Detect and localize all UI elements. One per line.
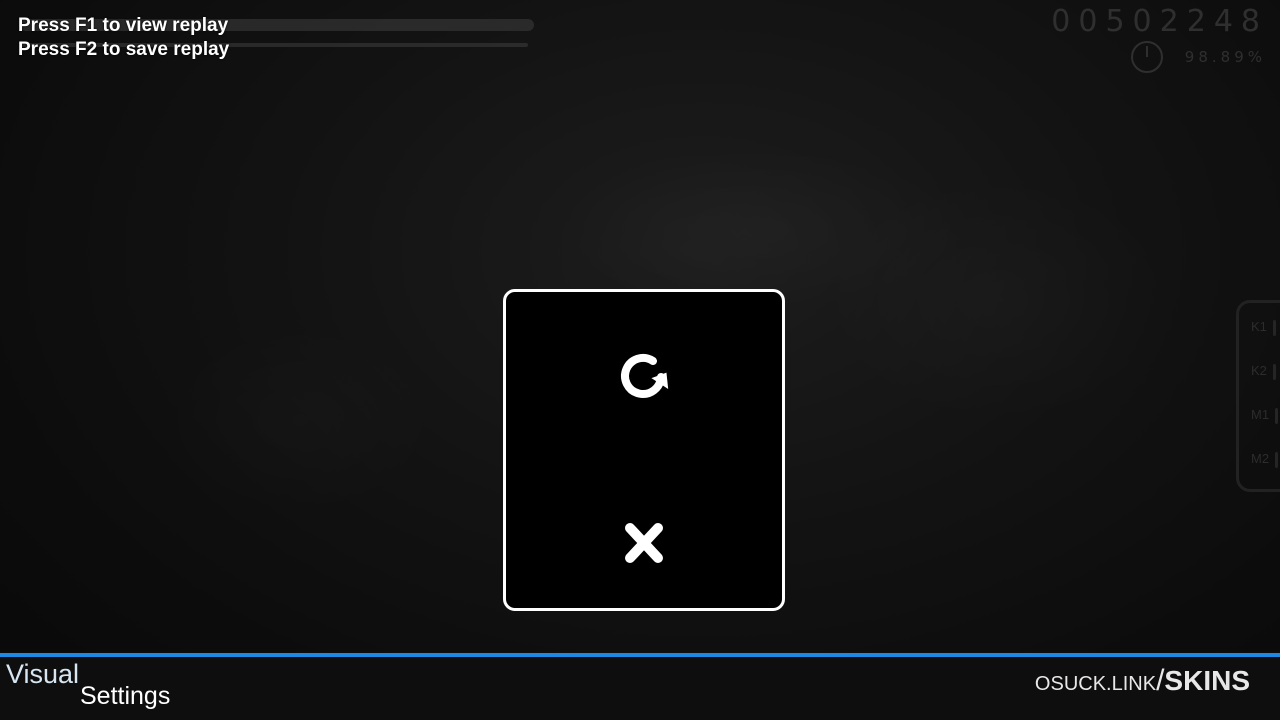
brand-path: SKINS [1164,665,1250,696]
visual-settings-title[interactable]: Visual [6,659,79,690]
replay-messages: Press F1 to view replay Press F2 to save… [18,14,229,62]
save-replay-hint: Press F2 to save replay [18,39,230,60]
accuracy-display: 98.89% [1130,41,1266,73]
view-replay-hint: Press F1 to view replay [18,15,229,36]
brand-watermark: OSUCK.LINK/SKINS [1035,664,1250,698]
key-indicator [1275,407,1279,424]
retry-button[interactable] [604,336,684,416]
key-label: K1 [1251,319,1267,334]
visual-settings-subtitle[interactable]: Settings [80,682,170,711]
accuracy-value: 98.89% [1184,48,1266,66]
key-indicator [1275,451,1279,468]
brand-domain: OSUCK.LINK [1034,673,1157,695]
quit-button[interactable] [604,502,684,582]
score-counter: 00502248 [1051,4,1268,39]
key-k2: K2 [1251,363,1276,380]
key-indicator [1272,363,1276,380]
pause-menu [503,289,785,611]
close-icon [625,523,663,563]
key-label: K2 [1251,363,1267,378]
key-indicator [1272,319,1276,336]
retry-icon [621,354,669,398]
game-screen: Press F1 to view replay Press F2 to save… [0,0,1280,720]
key-label: M2 [1251,451,1270,466]
key-m2: M2 [1251,451,1279,468]
key-m1: M1 [1251,407,1279,424]
key-k1: K1 [1251,319,1276,336]
key-label: M1 [1251,407,1270,422]
key-overlay: K1 K2 M1 M2 [1236,300,1280,492]
progress-pie-icon [1130,41,1163,73]
